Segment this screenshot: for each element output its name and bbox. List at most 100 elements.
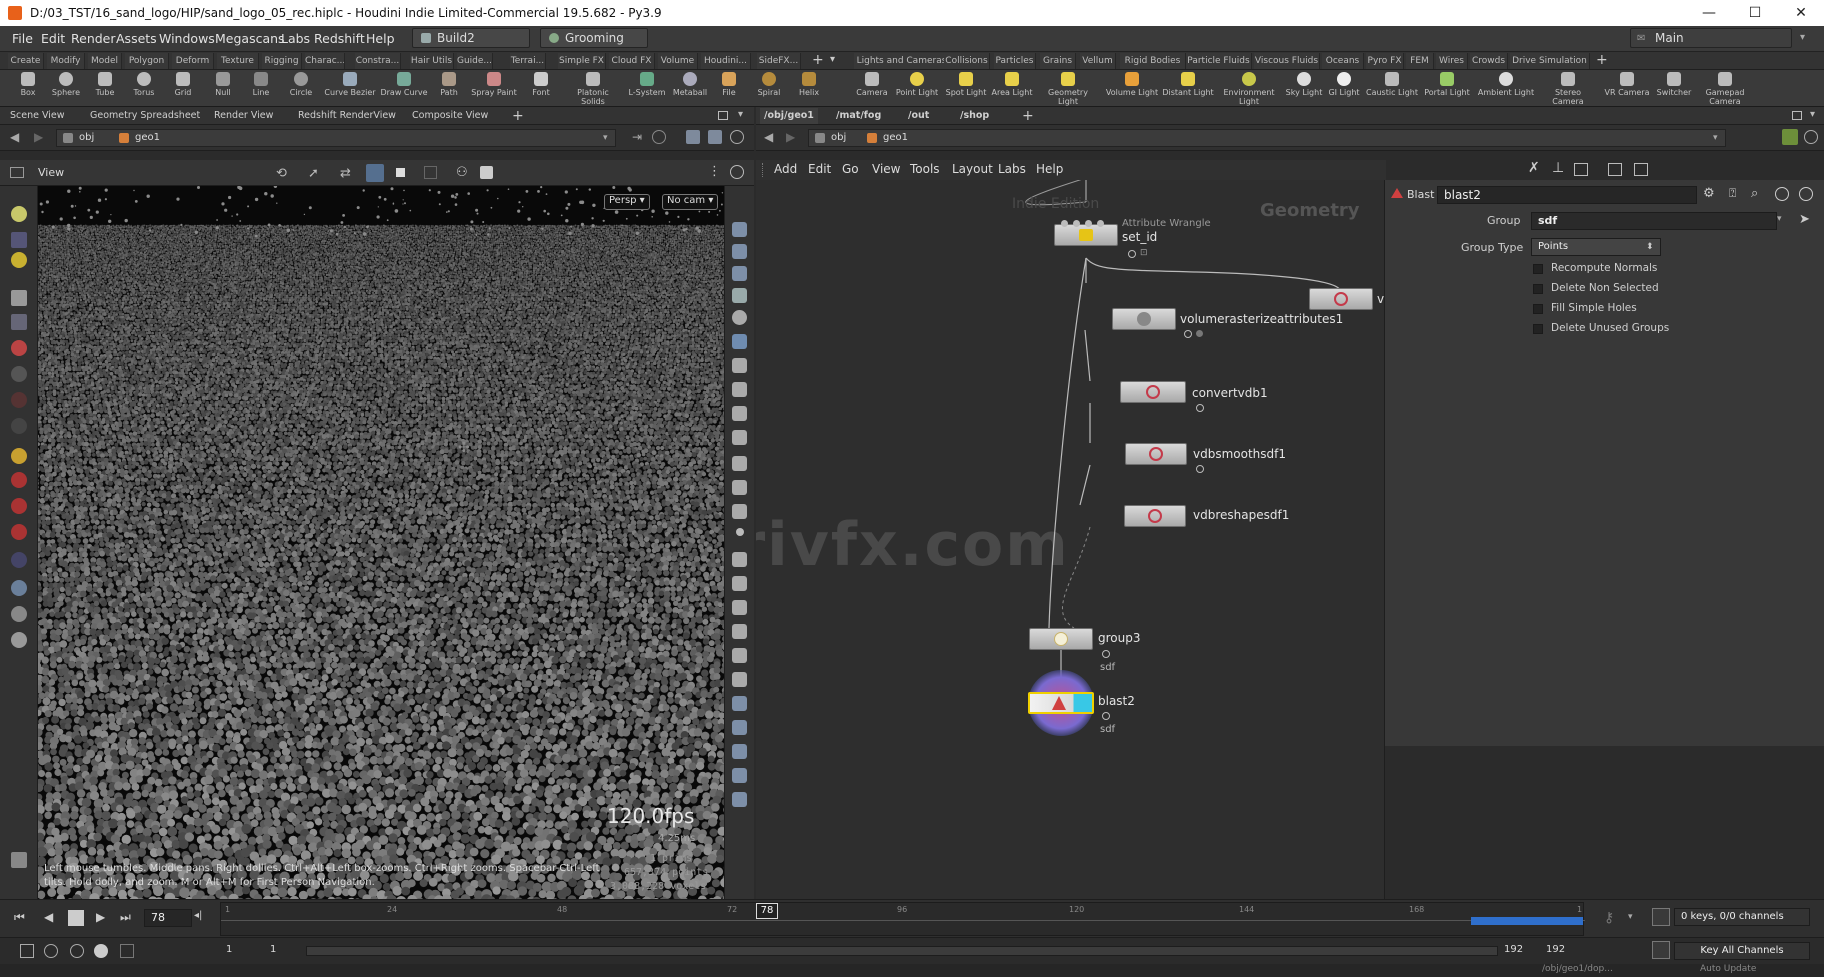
help-book-icon[interactable]: ⍰ [1729,186,1736,201]
rotate-tool-icon[interactable] [11,252,27,268]
group-field[interactable]: sdf [1531,212,1777,230]
light-link-icon[interactable] [732,648,747,663]
menu-go[interactable]: Go [842,162,859,176]
menu-add[interactable]: Add [774,162,797,176]
menu-view[interactable]: View [872,162,900,176]
lock-icon[interactable] [11,314,27,330]
tab-geometry-spreadsheet[interactable]: Geometry Spreadsheet [86,108,204,124]
node-set-id[interactable] [1054,224,1118,246]
tool-geometry-light[interactable]: Geometry Light [1044,71,1092,106]
stop-icon[interactable] [68,910,84,926]
pointer-icon[interactable] [11,290,27,306]
node-convertvdb[interactable] [1120,381,1186,403]
timeline-ruler[interactable]: 1 24 48 72 96 120 144 168 1 78 [220,902,1585,936]
tool-caustic-light[interactable]: Caustic Light [1366,71,1418,106]
node-label-group3[interactable]: group3 [1098,631,1141,645]
background-icon[interactable] [480,166,493,179]
shelf-tab-texture[interactable]: Texture [217,53,259,69]
sketch-icon[interactable] [732,768,747,783]
handles-icon[interactable] [732,720,747,735]
tool-portal-light[interactable]: Portal Light [1422,71,1472,106]
shelf-tab-grains[interactable]: Grains [1040,53,1076,69]
network-editor[interactable]: Indie Edition Geometry Attribute Wrangle… [756,180,1384,899]
group-type-select[interactable]: Points ⬍ [1531,238,1661,256]
camera-menu[interactable]: No cam ▾ [662,194,719,210]
node-name-field[interactable]: blast2 [1437,186,1697,204]
scope-icon[interactable] [732,406,747,421]
add-network-tab-button[interactable]: + [1022,107,1034,125]
tree-icon[interactable]: ⊥ [1552,160,1564,176]
node-label-vdbsmoothsdf[interactable]: vdbsmoothsdf1 [1193,447,1286,461]
range-start-2[interactable]: 1 [270,944,276,955]
tool-sky-light[interactable]: Sky Light [1284,71,1324,106]
tab-mat-fog[interactable]: /mat/fog [832,108,885,124]
node-group3[interactable] [1029,628,1093,650]
shelf-tab-oceans[interactable]: Oceans [1322,53,1364,69]
pose-icon[interactable] [11,366,27,382]
ghost-icon[interactable] [732,310,747,325]
display-options-icon[interactable] [686,130,700,144]
tool-helix[interactable]: Helix [792,71,826,106]
delete-non-selected-checkbox[interactable] [1533,284,1543,294]
shelf-tab-pyro-fx[interactable]: Pyro FX [1366,53,1404,69]
node-partial[interactable] [1309,288,1373,310]
tool-curve-bezier[interactable]: Curve Bezier [322,71,378,106]
magnet-icon[interactable] [11,472,27,488]
range-start[interactable]: 1 [226,944,232,955]
realtime-icon[interactable] [20,944,34,958]
tool-volume-light[interactable]: Volume Light [1104,71,1160,106]
node-label-vdbreshapesdf[interactable]: vdbreshapesdf1 [1193,508,1289,522]
shelf-tab-simple-fx[interactable]: Simple FX [558,53,606,69]
audio-icon[interactable] [44,944,58,958]
tab-obj-geo1[interactable]: /obj/geo1 [760,108,818,124]
shelf-tab-houdini-engine[interactable]: Houdini... [701,53,751,69]
tiles-view-icon[interactable] [1634,163,1648,176]
step-back-icon[interactable]: ◀ [44,910,53,924]
shelf-tab-terrain[interactable]: Terrai... [510,53,546,69]
help-circle-icon[interactable] [730,130,744,144]
close-button[interactable]: ✕ [1778,0,1824,26]
display-points-icon[interactable] [732,222,747,237]
path-dropdown-icon[interactable]: ▾ [603,130,608,146]
menu-edit[interactable]: Edit [41,31,65,46]
tool-spray-paint[interactable]: Spray Paint [470,71,518,106]
range-slider[interactable] [306,946,1498,956]
menu-megascans[interactable]: Megascans [215,31,285,46]
grid-view-icon[interactable] [1574,163,1588,176]
network-path-geo1[interactable]: geo1 [883,130,908,146]
tool-line[interactable]: Line [244,71,278,106]
magnet-edge-icon[interactable] [11,498,27,514]
workspace-selector[interactable]: ✉ Main [1630,28,1792,48]
tool-torus[interactable]: Torus [126,71,162,106]
network-pane-menu-icon[interactable]: ▾ [1810,109,1815,120]
info-icon[interactable] [732,552,747,567]
link-icon[interactable] [652,130,666,144]
shelf-tab-guide[interactable]: Guide... [457,53,493,69]
shelf-tab-particles[interactable]: Particles [994,53,1036,69]
guides-icon[interactable] [732,744,747,759]
key-icon[interactable]: ⚷ [1604,910,1614,926]
menu-redshift[interactable]: Redshift [314,31,365,46]
menu-help[interactable]: Help [366,31,395,46]
node-label-blast2[interactable]: blast2 [1098,694,1135,708]
select-tool-icon[interactable] [11,206,27,222]
left-path-field[interactable]: obj geo1 ▾ [56,129,616,147]
tool-switcher[interactable]: Switcher [1654,71,1694,106]
desktop-selector[interactable]: Build2 [412,28,530,48]
pane-maximize-icon[interactable] [718,111,728,120]
context-selector[interactable]: Grooming [540,28,648,48]
back-arrow-icon[interactable]: ◀ [10,130,19,144]
tool-box[interactable]: Box [10,71,46,106]
auto-update-label[interactable]: Auto Update [1700,964,1756,974]
search-icon[interactable]: ⌕ [1751,186,1758,201]
range-end[interactable]: 192 [1504,944,1523,955]
input-dot[interactable] [1073,220,1080,227]
tool-tube[interactable]: Tube [88,71,122,106]
fill-simple-holes-checkbox[interactable] [1533,304,1543,314]
network-path-obj[interactable]: obj [831,130,846,146]
list-view-icon[interactable] [1608,163,1622,176]
transform-icon[interactable]: ⇄ [340,166,351,181]
tab-out[interactable]: /out [904,108,933,124]
tool-font[interactable]: Font [524,71,558,106]
tool-circle[interactable]: Circle [282,71,320,106]
